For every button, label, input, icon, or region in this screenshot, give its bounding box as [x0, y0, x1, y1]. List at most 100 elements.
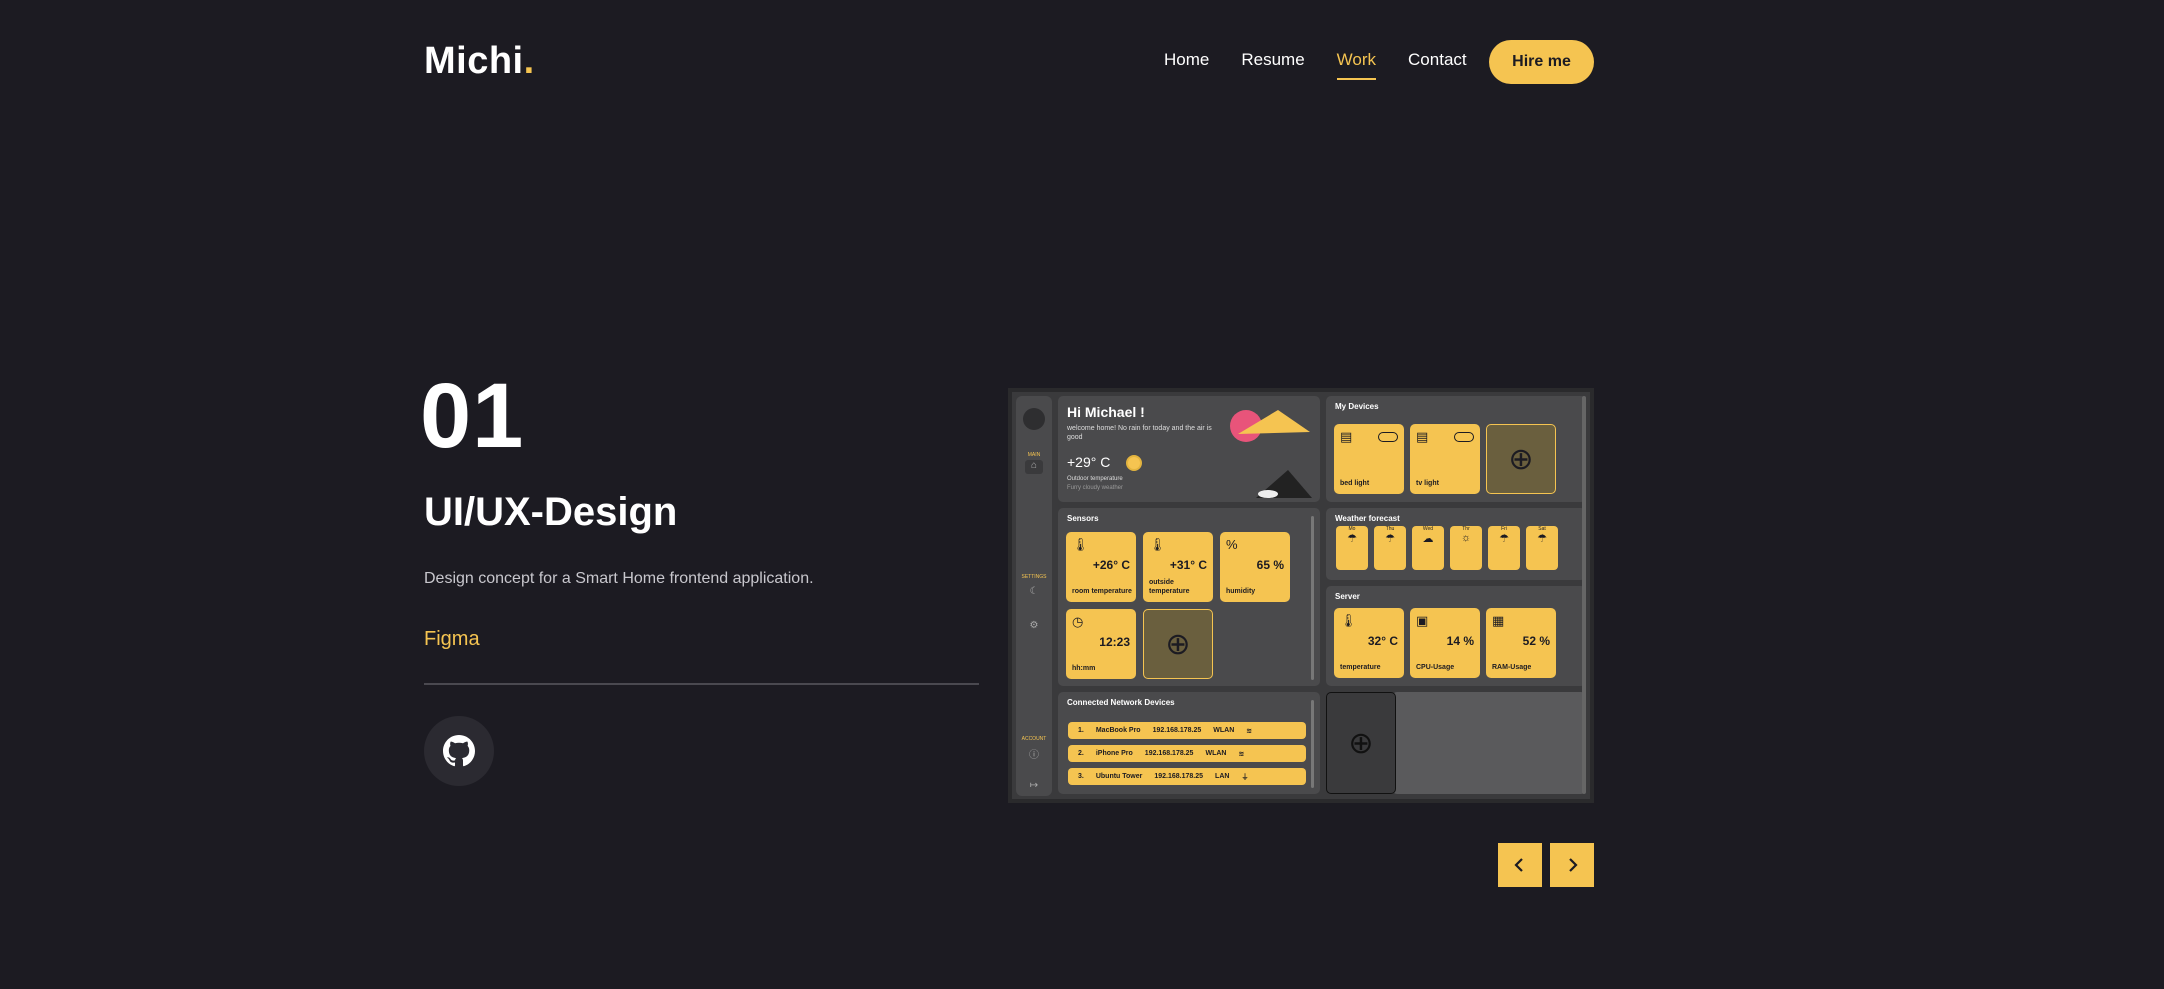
sensor-label: hh:mm [1072, 664, 1096, 672]
outdoor-label: Outdoor temperature [1067, 476, 1123, 482]
add-widget-button[interactable]: ⊕ [1326, 692, 1396, 794]
network-panel: Connected Network Devices 1. MacBook Pro… [1058, 692, 1320, 794]
home-icon: ⌂ [1025, 460, 1043, 474]
row-type: WLAN [1213, 727, 1235, 734]
sensor-card-clock[interactable]: ◷ 12:23 hh:mm [1066, 609, 1136, 679]
side-label-main: MAIN [1027, 452, 1041, 458]
prev-slide-button[interactable] [1498, 843, 1542, 887]
github-link[interactable] [424, 716, 494, 786]
nav-home[interactable]: Home [1164, 50, 1209, 80]
add-sensor-button[interactable]: ⊕ [1143, 609, 1213, 679]
main-nav: Home Resume Work Contact [1164, 50, 1467, 80]
row-ip: 192.168.178.25 [1144, 750, 1194, 757]
logo[interactable]: Michi. [424, 40, 535, 83]
info-icon: ⓘ [1029, 750, 1039, 761]
weather-title: Weather forecast [1335, 514, 1400, 523]
my-devices-panel: My Devices ▤ bed light ▤ tv light ⊕ [1326, 396, 1586, 502]
weather-day: Thr ☼ [1450, 526, 1482, 570]
sensor-card-humidity[interactable]: % 65 % humidity [1220, 532, 1290, 602]
cloud-icon: ☁ [1422, 533, 1434, 545]
weather-day: Mo ☂ [1336, 526, 1368, 570]
sensor-card-outside-temp[interactable]: 🌡 +31° C outside temperature [1143, 532, 1213, 602]
logo-dot: . [523, 40, 535, 82]
scrollbar[interactable] [1311, 516, 1314, 680]
row-ip: 192.168.178.25 [1154, 773, 1204, 780]
toggle-switch[interactable] [1454, 432, 1474, 442]
logout-icon: ↦ [1029, 780, 1039, 791]
row-name: MacBook Pro [1095, 727, 1141, 734]
github-icon [443, 735, 475, 767]
welcome-panel: Hi Michael ! welcome home! No rain for t… [1058, 396, 1320, 502]
network-row[interactable]: 2. iPhone Pro 192.168.178.25 WLAN ≋ [1068, 745, 1306, 762]
weather-desc: Furry cloudy weather [1067, 485, 1124, 491]
lamp-icon: ▤ [1416, 429, 1429, 444]
chevron-right-icon [1569, 858, 1578, 872]
device-card-bed-light[interactable]: ▤ bed light [1334, 424, 1404, 494]
server-card-ram[interactable]: ▦ 52 % RAM-Usage [1486, 608, 1556, 678]
server-value: 52 % [1522, 634, 1550, 648]
outdoor-temp: +29° C [1067, 454, 1111, 470]
weather-day: Wed ☁ [1412, 526, 1444, 570]
sensor-value: +26° C [1092, 558, 1130, 572]
sensors-title: Sensors [1067, 514, 1099, 523]
preview-scrollbar[interactable] [1582, 396, 1586, 794]
row-name: Ubuntu Tower [1095, 773, 1143, 780]
device-label: tv light [1416, 479, 1439, 487]
chevron-left-icon [1514, 858, 1523, 872]
my-devices-title: My Devices [1335, 402, 1379, 411]
scrollbar[interactable] [1311, 700, 1314, 788]
thermometer-icon: 🌡 [1340, 613, 1357, 628]
network-row[interactable]: 1. MacBook Pro 192.168.178.25 WLAN ≋ [1068, 722, 1306, 739]
greeting: Hi Michael ! [1067, 404, 1145, 420]
project-title: UI/UX-Design [424, 490, 678, 534]
empty-widget-area [1392, 692, 1586, 794]
sensor-label: room temperature [1072, 587, 1132, 595]
clock-icon: ◷ [1072, 614, 1084, 629]
nav-work[interactable]: Work [1336, 50, 1377, 80]
lamp-icon: ▤ [1340, 429, 1353, 444]
preview-sidebar: MAIN ⌂ SETTINGS ☾ ⚙ ACCOUNT ⓘ ↦ [1016, 396, 1052, 796]
illustration [1230, 410, 1312, 498]
sensor-label: outside temperature [1149, 579, 1190, 595]
nav-contact[interactable]: Contact [1408, 50, 1467, 80]
rain-icon: ☂ [1347, 533, 1357, 545]
weather-panel: Weather forecast Mo ☂ Thu ☂ Wed ☁ Thr ☼ Fri ☂… [1326, 508, 1586, 580]
weather-day: Fri ☂ [1488, 526, 1520, 570]
sensor-value: 12:23 [1099, 635, 1130, 649]
sensor-card-room-temp[interactable]: 🌡 +26° C room temperature [1066, 532, 1136, 602]
side-label-account: ACCOUNT [1021, 736, 1047, 742]
project-preview[interactable]: MAIN ⌂ SETTINGS ☾ ⚙ ACCOUNT ⓘ ↦ Hi Micha… [1008, 388, 1594, 803]
server-card-temp[interactable]: 🌡 32° C temperature [1334, 608, 1404, 678]
row-index: 2. [1078, 750, 1084, 757]
server-value: 32° C [1367, 634, 1398, 648]
toggle-switch[interactable] [1378, 432, 1398, 442]
cpu-icon: ▣ [1416, 613, 1429, 628]
device-label: bed light [1340, 479, 1370, 487]
row-name: iPhone Pro [1095, 750, 1133, 757]
server-card-cpu[interactable]: ▣ 14 % CPU-Usage [1410, 608, 1480, 678]
gear-icon: ⚙ [1029, 620, 1039, 631]
hire-me-button[interactable]: Hire me [1489, 40, 1594, 84]
rain-icon: ☂ [1385, 533, 1395, 545]
row-type: WLAN [1205, 750, 1227, 757]
sensor-label: humidity [1226, 587, 1256, 595]
wifi-icon: ≋ [1238, 750, 1245, 758]
home-avatar-icon [1023, 408, 1045, 430]
rain-icon: ☂ [1537, 533, 1547, 545]
device-card-tv-light[interactable]: ▤ tv light [1410, 424, 1480, 494]
sun-icon [1126, 455, 1142, 471]
next-slide-button[interactable] [1550, 843, 1594, 887]
ethernet-icon: ⏚ [1241, 773, 1249, 781]
sensor-value: +31° C [1169, 558, 1207, 572]
row-ip: 192.168.178.25 [1152, 727, 1202, 734]
row-index: 1. [1078, 727, 1084, 734]
network-row[interactable]: 3. Ubuntu Tower 192.168.178.25 LAN ⏚ [1068, 768, 1306, 785]
project-number: 01 [420, 365, 525, 467]
side-label-settings: SETTINGS [1021, 574, 1047, 580]
nav-resume[interactable]: Resume [1241, 50, 1304, 80]
logo-text: Michi [424, 40, 524, 82]
network-title: Connected Network Devices [1067, 698, 1175, 707]
add-device-button[interactable]: ⊕ [1486, 424, 1556, 494]
greeting-sub: welcome home! No rain for today and the … [1067, 425, 1212, 442]
ram-icon: ▦ [1492, 613, 1505, 628]
